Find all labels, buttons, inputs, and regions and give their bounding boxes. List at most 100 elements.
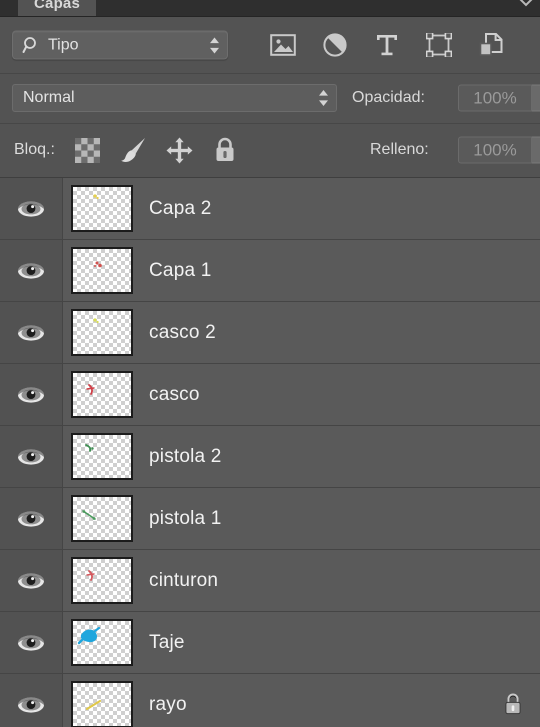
fill-value[interactable]: 100% [458, 136, 532, 164]
layer-name: cinturon [149, 569, 219, 591]
layer-visibility-toggle[interactable] [0, 240, 63, 301]
eye-visibility-icon [18, 634, 44, 651]
blend-mode-value: Normal [23, 89, 75, 106]
layer-thumbnail-content [93, 194, 99, 200]
layer-thumbnail-content [82, 510, 96, 520]
layer-name: Capa 1 [149, 259, 212, 281]
blend-mode-select[interactable]: Normal [12, 84, 337, 112]
eye-visibility-icon [18, 510, 44, 527]
shape-layer-filter[interactable] [424, 31, 454, 59]
layer-filter-bar: Tipo [0, 17, 540, 74]
padlock-icon [505, 693, 521, 715]
layer-visibility-toggle[interactable] [0, 364, 63, 425]
eye-visibility-icon [18, 324, 44, 341]
layer-thumbnail-content [85, 444, 94, 452]
layer-thumbnail[interactable] [71, 681, 133, 727]
layer-thumbnail-content [93, 318, 99, 324]
smart-object-icon [479, 33, 503, 56]
image-icon [270, 34, 296, 56]
layer-name: Capa 2 [149, 197, 212, 219]
layer-thumbnail[interactable] [71, 557, 133, 604]
eye-visibility-icon [18, 572, 44, 589]
layer-thumbnail[interactable] [71, 619, 133, 666]
layer-visibility-toggle[interactable] [0, 178, 63, 239]
checkerboard-icon [74, 137, 100, 163]
layer-lock-indicator[interactable] [502, 692, 524, 718]
layer-visibility-toggle[interactable] [0, 550, 63, 611]
padlock-icon [216, 137, 234, 161]
fill-stepper[interactable] [532, 136, 540, 164]
lock-all-button[interactable] [210, 136, 240, 164]
layer-name: pistola 1 [149, 507, 222, 529]
layer-visibility-toggle[interactable] [0, 302, 63, 363]
layer-thumbnail[interactable] [71, 247, 133, 294]
adjustment-layer-filter[interactable] [320, 31, 350, 59]
opacity-label: Opacidad: [352, 89, 425, 106]
eye-visibility-icon [18, 386, 44, 403]
layers-panel: Capas Tipo Normal Opacidad: 100% Bloq.: … [0, 0, 540, 727]
layer-thumbnail-content [77, 626, 101, 645]
layer-name: Taje [149, 631, 185, 653]
layer-thumbnail-content [85, 699, 102, 711]
layer-name: casco 2 [149, 321, 216, 343]
layer-row[interactable]: Taje [0, 612, 540, 674]
layer-name: casco [149, 383, 200, 405]
lock-transparent-pixels-button[interactable] [72, 136, 102, 164]
eye-visibility-icon [18, 696, 44, 713]
layer-row[interactable]: pistola 1 [0, 488, 540, 550]
fill-label: Relleno: [370, 141, 429, 158]
lock-position-button[interactable] [164, 136, 194, 164]
type-layer-filter[interactable] [372, 31, 402, 59]
layer-visibility-toggle[interactable] [0, 488, 63, 549]
smart-object-filter[interactable] [476, 31, 506, 59]
layer-visibility-toggle[interactable] [0, 612, 63, 673]
layer-thumbnail[interactable] [71, 495, 133, 542]
layer-thumbnail-content [86, 384, 95, 395]
layer-thumbnail[interactable] [71, 433, 133, 480]
layer-row[interactable]: Capa 1 [0, 240, 540, 302]
brush-icon [121, 138, 145, 162]
eye-visibility-icon [18, 448, 44, 465]
layer-list: Capa 2 Capa 1 casco 2 casco pistola 2 pi… [0, 178, 540, 727]
layer-name: pistola 2 [149, 445, 222, 467]
layer-thumbnail-content [86, 570, 95, 581]
up-down-arrows-icon[interactable] [317, 88, 330, 108]
eye-visibility-icon [18, 262, 44, 279]
filter-kind-value: Tipo [48, 36, 79, 53]
layer-name: rayo [149, 693, 187, 715]
panel-tabstrip: Capas [0, 0, 540, 17]
layer-thumbnail-content [94, 261, 102, 268]
layer-thumbnail[interactable] [71, 309, 133, 356]
layer-row[interactable]: casco [0, 364, 540, 426]
layer-visibility-toggle[interactable] [0, 674, 63, 727]
lock-bar: Bloq.: Relleno: 100% [0, 124, 540, 178]
tab-capas[interactable]: Capas [18, 0, 97, 16]
blend-opacity-bar: Normal Opacidad: 100% [0, 74, 540, 124]
layer-row[interactable]: rayo [0, 674, 540, 727]
move-arrows-icon [166, 137, 192, 163]
up-down-arrows-icon[interactable] [208, 35, 221, 55]
tab-capas-label: Capas [34, 0, 81, 12]
layer-thumbnail[interactable] [71, 185, 133, 232]
adjustment-circle-icon [323, 33, 347, 57]
layer-row[interactable]: Capa 2 [0, 178, 540, 240]
lock-buttons [72, 136, 240, 164]
search-icon [22, 37, 36, 53]
chevron-down-icon [519, 0, 533, 7]
layer-visibility-toggle[interactable] [0, 426, 63, 487]
layer-row[interactable]: casco 2 [0, 302, 540, 364]
opacity-value[interactable]: 100% [458, 84, 532, 112]
filter-kind-select[interactable]: Tipo [12, 30, 228, 60]
lock-image-pixels-button[interactable] [118, 136, 148, 164]
eye-visibility-icon [18, 200, 44, 217]
text-t-icon [377, 35, 397, 56]
shape-bounds-icon [426, 33, 452, 57]
lock-bar-label: Bloq.: [14, 141, 55, 158]
layer-row[interactable]: cinturon [0, 550, 540, 612]
layer-thumbnail[interactable] [71, 371, 133, 418]
panel-menu-button[interactable] [517, 0, 535, 12]
layer-row[interactable]: pistola 2 [0, 426, 540, 488]
opacity-stepper[interactable] [532, 84, 540, 112]
pixel-layer-filter[interactable] [268, 31, 298, 59]
layer-type-filter-icons [268, 31, 506, 59]
